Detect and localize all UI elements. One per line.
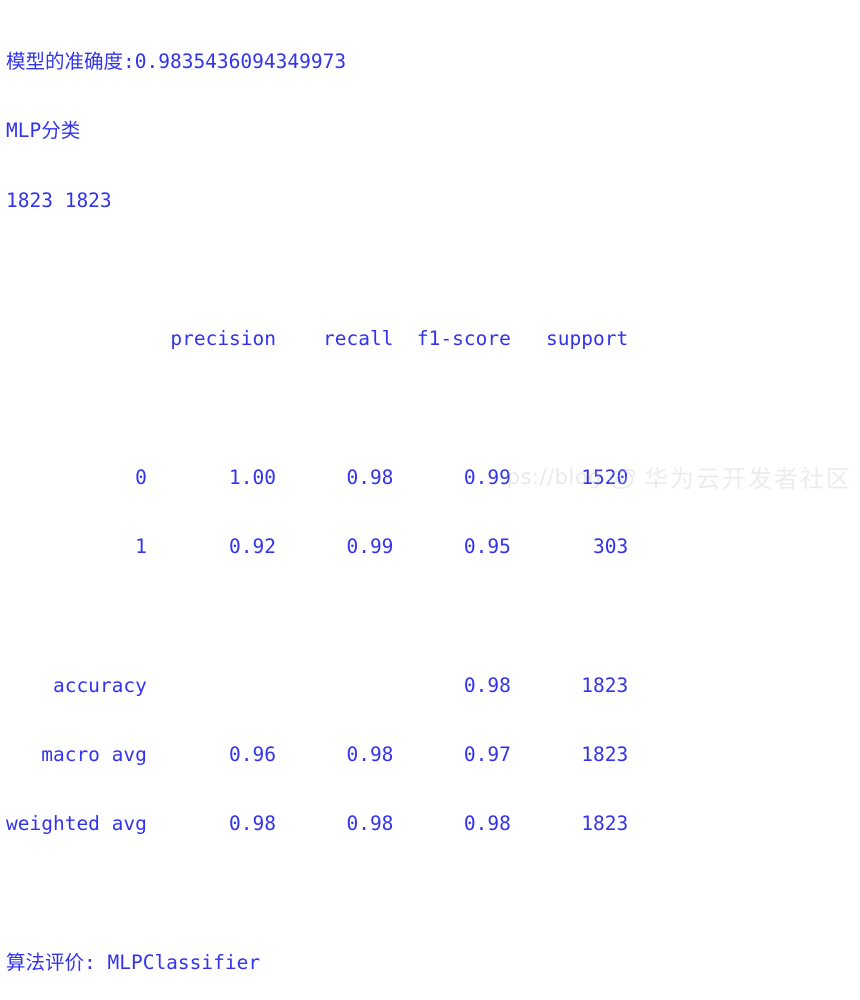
report-row-weighted-avg: weighted avg 0.98 0.98 0.98 1823	[6, 812, 629, 836]
model-name-line: MLP分类	[6, 119, 81, 143]
report-row-accuracy: accuracy 0.98 1823	[6, 673, 629, 697]
classification-report-header: precision recall f1-score support	[6, 327, 629, 351]
report-row-class-1: 1 0.92 0.99 0.95 303	[6, 535, 629, 559]
report-row-macro-avg: macro avg 0.96 0.98 0.97 1823	[6, 743, 629, 766]
sample-counts-line: 1823 1823	[6, 188, 112, 212]
report-row-class-0: 0 1.00 0.98 0.99 1520	[6, 465, 629, 489]
model-accuracy-line: 模型的准确度:0.9835436094349973	[6, 50, 347, 74]
algorithm-evaluation-title: 算法评价: MLPClassifier	[6, 950, 261, 974]
console-output-panel: 模型的准确度:0.9835436094349973 MLP分类 1823 182…	[0, 0, 860, 974]
